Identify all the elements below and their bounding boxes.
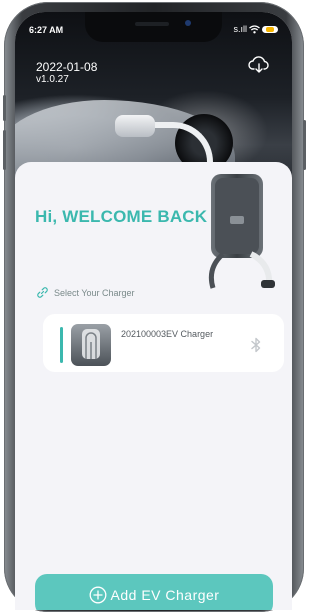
- app-screen: 6:27 AM s.ıll 2022-01-08 v1.0.27 Hi, WEL…: [15, 12, 292, 610]
- charger-list-item[interactable]: 202100003EV Charger: [43, 314, 284, 372]
- status-icons: s.ıll: [233, 24, 278, 34]
- plus-circle-icon: [89, 586, 106, 604]
- selected-indicator: [60, 327, 63, 363]
- speaker: [135, 22, 169, 26]
- link-icon: [37, 287, 48, 298]
- select-charger-row: Select Your Charger: [37, 287, 135, 298]
- phone-notch: [85, 12, 222, 42]
- signal-icon: s.ıll: [233, 24, 248, 34]
- wifi-icon: [249, 24, 260, 33]
- charger-name: 202100003EV Charger: [121, 329, 214, 339]
- cloud-download-icon[interactable]: [248, 56, 270, 74]
- phone-power-button: [303, 120, 306, 170]
- app-version: v1.0.27: [36, 74, 69, 85]
- phone-side-button: [3, 95, 6, 121]
- charger-thumbnail: [71, 324, 111, 366]
- select-charger-label: Select Your Charger: [54, 287, 135, 298]
- battery-icon: [262, 25, 278, 33]
- charging-plug: [115, 115, 155, 137]
- front-camera: [185, 20, 191, 26]
- charger-product-image: [208, 174, 275, 289]
- add-ev-charger-button[interactable]: Add EV Charger: [35, 574, 273, 610]
- phone-volume-button: [3, 130, 6, 170]
- bluetooth-icon: [251, 337, 261, 353]
- add-button-label: Add EV Charger: [110, 587, 220, 603]
- header-date: 2022-01-08: [36, 60, 98, 74]
- welcome-title: Hi, WELCOME BACK: [35, 207, 208, 226]
- status-time: 6:27 AM: [29, 25, 64, 35]
